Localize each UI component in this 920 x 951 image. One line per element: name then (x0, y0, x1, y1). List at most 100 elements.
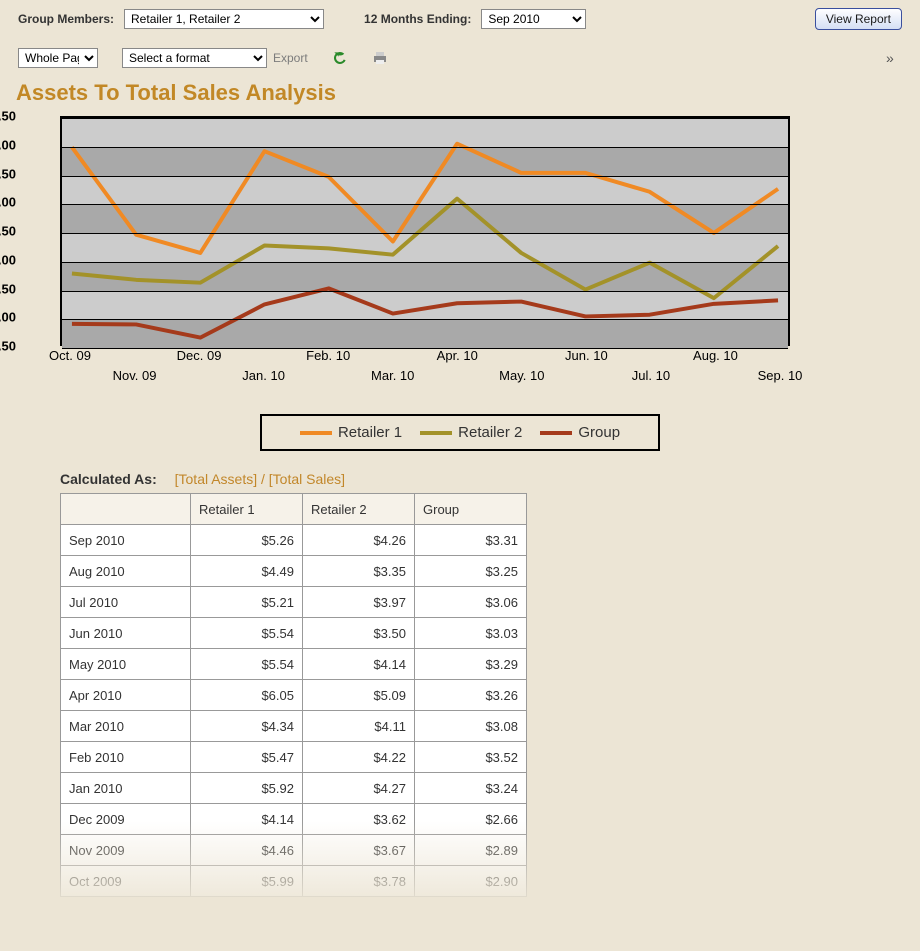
x-tick-label: Jul. 10 (632, 368, 670, 383)
row-value: $3.50 (303, 618, 415, 649)
table-header: Retailer 1 (191, 494, 303, 525)
table-row: Mar 2010$4.34$4.11$3.08 (61, 711, 527, 742)
row-value: $3.25 (415, 556, 527, 587)
table-row: Jul 2010$5.21$3.97$3.06 (61, 587, 527, 618)
row-value: $4.11 (303, 711, 415, 742)
y-tick-label: $2.50 (0, 339, 16, 354)
row-value: $5.99 (191, 866, 303, 897)
row-value: $3.24 (415, 773, 527, 804)
row-value: $2.89 (415, 835, 527, 866)
row-month: Aug 2010 (61, 556, 191, 587)
row-value: $5.47 (191, 742, 303, 773)
row-value: $3.26 (415, 680, 527, 711)
row-value: $3.97 (303, 587, 415, 618)
row-value: $4.14 (303, 649, 415, 680)
table-row: Feb 2010$5.47$4.22$3.52 (61, 742, 527, 773)
zoom-select[interactable]: Whole Page (18, 48, 98, 68)
row-month: Apr 2010 (61, 680, 191, 711)
table-header (61, 494, 191, 525)
row-value: $3.29 (415, 649, 527, 680)
row-value: $3.08 (415, 711, 527, 742)
legend-item-group: Group (540, 424, 620, 441)
chart-x-axis: Oct. 09Nov. 09Dec. 09Jan. 10Feb. 10Mar. … (60, 346, 800, 396)
row-value: $5.26 (191, 525, 303, 556)
chart-series-line (72, 288, 778, 337)
row-value: $5.54 (191, 618, 303, 649)
refresh-icon[interactable] (332, 50, 348, 66)
row-value: $6.05 (191, 680, 303, 711)
row-value: $4.49 (191, 556, 303, 587)
row-value: $3.62 (303, 804, 415, 835)
table-row: Sep 2010$5.26$4.26$3.31 (61, 525, 527, 556)
row-month: Jan 2010 (61, 773, 191, 804)
x-tick-label: Jan. 10 (242, 368, 285, 383)
row-value: $5.21 (191, 587, 303, 618)
calculated-as-row: Calculated As: [Total Assets] / [Total S… (0, 451, 920, 493)
row-value: $5.09 (303, 680, 415, 711)
row-value: $5.54 (191, 649, 303, 680)
row-month: Oct 2009 (61, 866, 191, 897)
row-month: Sep 2010 (61, 525, 191, 556)
report-viewer-toolbar: Whole Page Select a format Export » (0, 34, 920, 74)
row-value: $3.67 (303, 835, 415, 866)
row-value: $4.14 (191, 804, 303, 835)
legend-label: Group (578, 424, 620, 441)
y-tick-label: $3.50 (0, 281, 16, 296)
row-value: $3.52 (415, 742, 527, 773)
row-value: $4.26 (303, 525, 415, 556)
row-month: Nov 2009 (61, 835, 191, 866)
x-tick-label: Jun. 10 (565, 348, 608, 363)
y-tick-label: $4.00 (0, 252, 16, 267)
x-tick-label: Feb. 10 (306, 348, 350, 363)
table-row: Aug 2010$4.49$3.35$3.25 (61, 556, 527, 587)
x-tick-label: Nov. 09 (113, 368, 157, 383)
view-report-button[interactable]: View Report (815, 8, 902, 30)
row-value: $3.35 (303, 556, 415, 587)
table-row: Dec 2009$4.14$3.62$2.66 (61, 804, 527, 835)
export-link: Export (273, 51, 308, 65)
row-value: $4.46 (191, 835, 303, 866)
row-value: $2.90 (415, 866, 527, 897)
row-value: $4.22 (303, 742, 415, 773)
line-chart (60, 116, 790, 346)
row-month: Jul 2010 (61, 587, 191, 618)
row-value: $3.78 (303, 866, 415, 897)
data-table: Retailer 1Retailer 2Group Sep 2010$5.26$… (60, 493, 527, 897)
row-value: $4.27 (303, 773, 415, 804)
y-tick-label: $4.50 (0, 224, 16, 239)
y-tick-label: $5.50 (0, 166, 16, 181)
y-tick-label: $6.00 (0, 137, 16, 152)
chart-legend: Retailer 1 Retailer 2 Group (260, 414, 660, 451)
x-tick-label: Dec. 09 (177, 348, 222, 363)
y-tick-label: $5.00 (0, 195, 16, 210)
table-row: Jan 2010$5.92$4.27$3.24 (61, 773, 527, 804)
row-month: May 2010 (61, 649, 191, 680)
calculated-as-label: Calculated As: (60, 471, 157, 487)
group-members-select[interactable]: Retailer 1, Retailer 2 (124, 9, 324, 29)
row-value: $3.06 (415, 587, 527, 618)
row-month: Dec 2009 (61, 804, 191, 835)
legend-item-retailer1: Retailer 1 (300, 424, 402, 441)
report-params-bar: Group Members: Retailer 1, Retailer 2 12… (0, 0, 920, 34)
row-month: Jun 2010 (61, 618, 191, 649)
months-ending-select[interactable]: Sep 2010 (481, 9, 586, 29)
row-value: $5.92 (191, 773, 303, 804)
row-month: Mar 2010 (61, 711, 191, 742)
x-tick-label: May. 10 (499, 368, 544, 383)
row-value: $2.66 (415, 804, 527, 835)
chart-series-line (72, 144, 778, 253)
y-tick-label: $6.50 (0, 109, 16, 124)
group-members-label: Group Members: (18, 12, 114, 26)
collapse-icon[interactable]: » (886, 50, 902, 66)
row-month: Feb 2010 (61, 742, 191, 773)
table-row: Jun 2010$5.54$3.50$3.03 (61, 618, 527, 649)
export-format-select[interactable]: Select a format (122, 48, 267, 68)
legend-item-retailer2: Retailer 2 (420, 424, 522, 441)
legend-swatch (420, 431, 452, 435)
print-icon[interactable] (372, 50, 388, 66)
table-header: Retailer 2 (303, 494, 415, 525)
table-row: Apr 2010$6.05$5.09$3.26 (61, 680, 527, 711)
legend-swatch (540, 431, 572, 435)
x-tick-label: Mar. 10 (371, 368, 414, 383)
y-tick-label: $3.00 (0, 310, 16, 325)
